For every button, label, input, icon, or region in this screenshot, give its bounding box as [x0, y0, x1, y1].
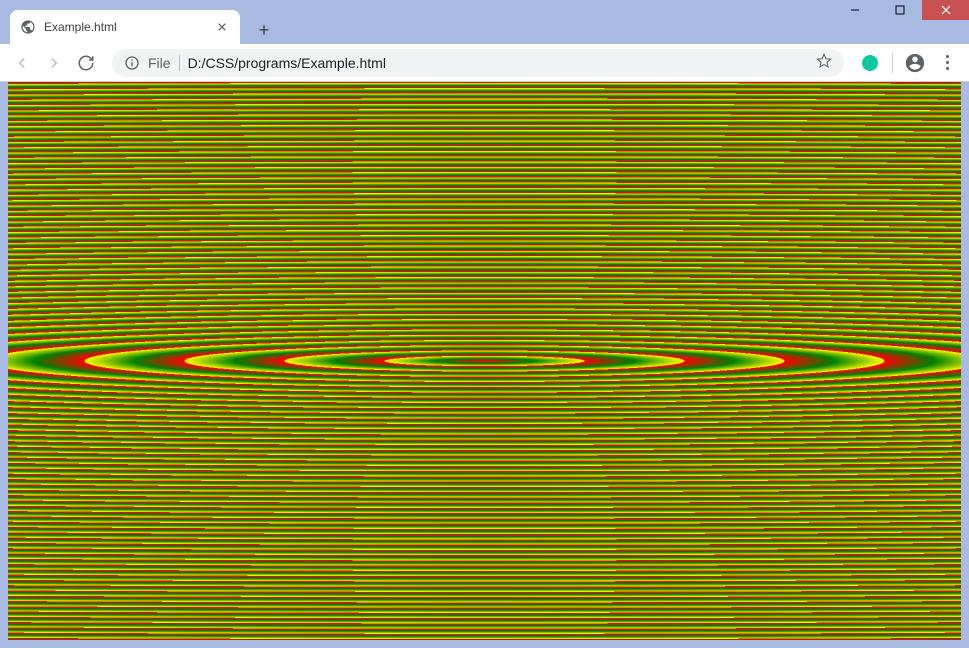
url-text: D:/CSS/programs/Example.html — [188, 55, 808, 71]
tab-strip: Example.html + — [0, 8, 969, 44]
forward-button[interactable] — [40, 49, 68, 77]
browser-tab[interactable]: Example.html — [10, 10, 240, 44]
close-button[interactable] — [922, 0, 969, 20]
info-icon[interactable] — [124, 55, 140, 71]
close-tab-button[interactable] — [214, 19, 230, 35]
globe-icon — [20, 19, 36, 35]
browser-toolbar: File D:/CSS/programs/Example.html — [0, 44, 969, 82]
address-bar[interactable]: File D:/CSS/programs/Example.html — [112, 49, 844, 77]
tab-title: Example.html — [44, 20, 206, 34]
new-tab-button[interactable]: + — [250, 16, 278, 44]
back-button[interactable] — [8, 49, 36, 77]
menu-button[interactable] — [933, 49, 961, 77]
profile-button[interactable] — [901, 49, 929, 77]
window-titlebar — [0, 0, 969, 8]
extension-icon[interactable] — [856, 49, 884, 77]
bookmark-star-icon[interactable] — [816, 53, 832, 72]
url-scheme-label: File — [148, 55, 171, 71]
reload-button[interactable] — [72, 49, 100, 77]
maximize-button[interactable] — [877, 0, 922, 20]
minimize-button[interactable] — [832, 0, 877, 20]
window-controls — [832, 0, 969, 20]
page-content — [8, 82, 961, 640]
toolbar-divider — [892, 53, 893, 73]
grammarly-icon — [862, 55, 878, 71]
url-divider — [179, 55, 180, 71]
